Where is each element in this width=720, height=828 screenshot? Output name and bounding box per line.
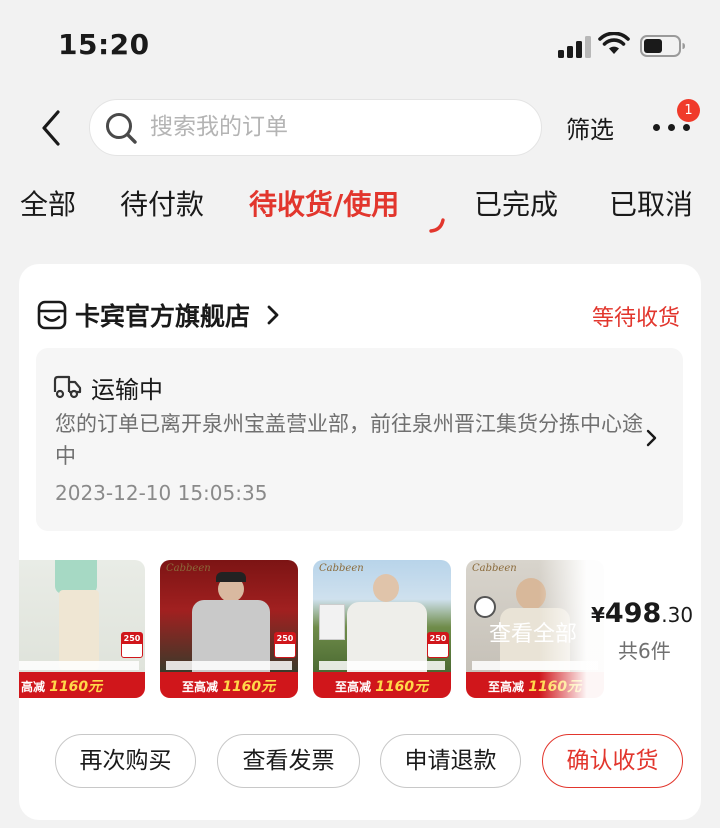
chevron-right-icon — [267, 305, 279, 325]
price-tag-badge: 250 — [274, 632, 296, 658]
price-tag-badge: 250 — [121, 632, 143, 658]
confirm-receipt-button[interactable]: 确认收货 — [542, 734, 683, 788]
brand-logo: Cabbeen — [472, 563, 517, 574]
request-refund-button[interactable]: 申请退款 — [380, 734, 521, 788]
cellular-signal-icon — [558, 36, 592, 58]
order-tabs: 全部 待付款 待收货/使用 已完成 已取消 — [0, 183, 720, 233]
truck-icon — [53, 375, 82, 399]
notification-badge: 1 — [677, 99, 700, 122]
more-dot-icon — [668, 124, 675, 131]
store-icon — [37, 300, 67, 330]
more-dot-icon — [683, 124, 690, 131]
logistics-timestamp: 2023-12-10 15:05:35 — [55, 481, 268, 505]
back-button[interactable] — [36, 108, 70, 148]
product-thumbnail[interactable]: Cabbeen 250 至高减 1160元 — [160, 560, 298, 698]
search-box[interactable] — [89, 99, 542, 156]
brand-logo: Cabbeen — [319, 563, 364, 574]
brand-logo: Cabbeen — [166, 563, 211, 574]
logistics-status: 运输中 — [91, 376, 163, 404]
wifi-icon — [598, 32, 630, 54]
item-count: 共6件 — [618, 639, 671, 663]
price-tag-badge: 250 — [427, 632, 449, 658]
search-input[interactable] — [150, 100, 520, 154]
store-name[interactable]: 卡宾官方旗舰店 — [75, 297, 250, 333]
tab-pending-payment[interactable]: 待付款 — [120, 183, 204, 223]
product-thumbnail[interactable]: Cabbeen 250 至高减 1160元 — [313, 560, 451, 698]
status-bar: 15:20 — [0, 0, 720, 90]
status-time: 15:20 — [58, 28, 150, 61]
order-card[interactable]: 卡宾官方旗舰店 等待收货 运输中 您的订单已离开泉州宝盖营业部，前往泉州晋江集货… — [19, 264, 701, 820]
view-all-link[interactable]: 查看全部 — [489, 616, 577, 648]
chevron-right-icon — [646, 429, 657, 447]
battery-icon — [640, 35, 685, 57]
more-dot-icon — [653, 124, 660, 131]
order-total-price: ¥498.30 — [591, 598, 694, 629]
search-icon — [106, 113, 137, 144]
tab-all[interactable]: 全部 — [20, 183, 76, 223]
logistics-panel[interactable]: 运输中 您的订单已离开泉州宝盖营业部，前往泉州晋江集货分拣中心途中 2023-1… — [36, 348, 683, 531]
tab-cancelled[interactable]: 已取消 — [609, 183, 693, 223]
order-status: 等待收货 — [592, 306, 681, 331]
active-tab-indicator — [429, 218, 445, 233]
buy-again-button[interactable]: 再次购买 — [55, 734, 196, 788]
logistics-description: 您的订单已离开泉州宝盖营业部，前往泉州晋江集货分拣中心途中 — [55, 412, 643, 468]
product-thumbnail[interactable]: 250 高减 1160元 — [19, 560, 145, 698]
view-invoice-button[interactable]: 查看发票 — [217, 734, 360, 788]
filter-button[interactable]: 筛选 — [566, 110, 614, 145]
tab-pending-receipt[interactable]: 待收货/使用 — [249, 183, 399, 223]
tab-completed[interactable]: 已完成 — [474, 183, 558, 223]
